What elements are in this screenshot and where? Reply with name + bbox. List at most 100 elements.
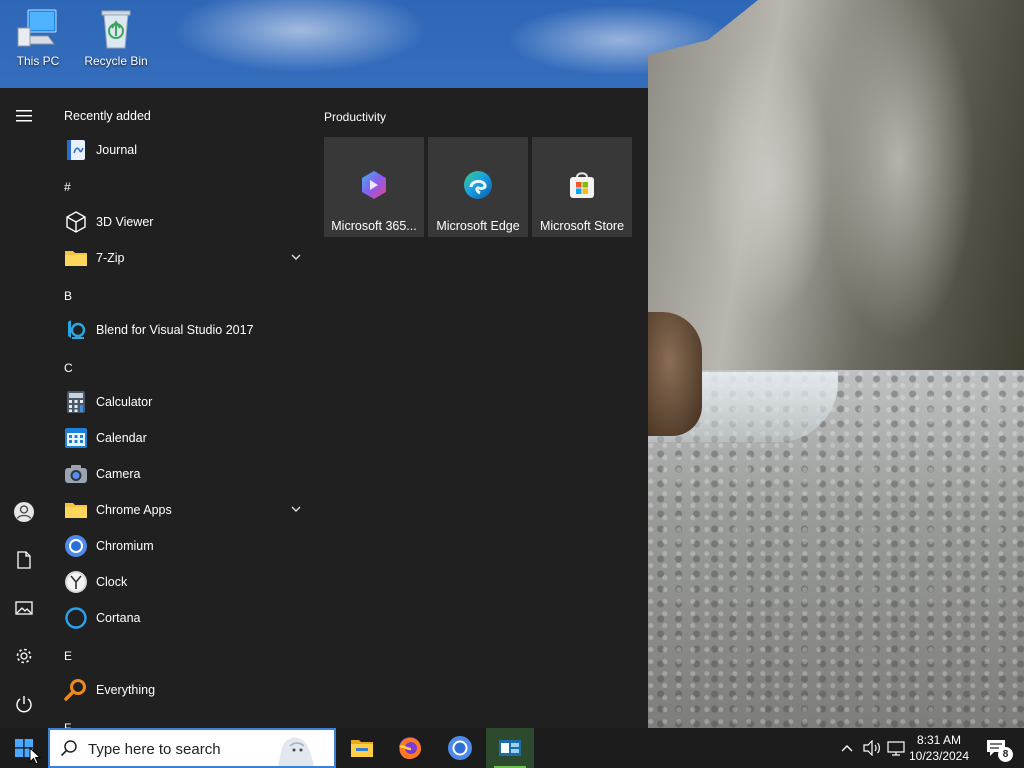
- app-icon: [499, 740, 521, 756]
- chevron-down-icon[interactable]: [290, 251, 302, 263]
- chevron-down-icon[interactable]: [290, 503, 302, 515]
- volume-button[interactable]: [860, 728, 884, 768]
- settings-icon: [16, 648, 32, 664]
- speaker-icon: [863, 740, 880, 756]
- chromium-icon: [448, 736, 472, 760]
- group-header-c[interactable]: C: [64, 361, 73, 375]
- group-header-e[interactable]: E: [64, 649, 72, 663]
- app-item-journal[interactable]: Journal: [48, 132, 312, 168]
- network-button[interactable]: [884, 728, 908, 768]
- wallpaper-cliff: [648, 0, 1024, 430]
- start-menu-rail: [0, 88, 48, 728]
- tile-microsoft-store[interactable]: Microsoft Store: [532, 137, 632, 237]
- taskbar-active-app[interactable]: [486, 728, 534, 768]
- start-menu: Recently added Journal # 3D Viewer 7-Zip…: [0, 88, 648, 728]
- tile-group-title[interactable]: Productivity: [324, 110, 386, 124]
- app-item-camera[interactable]: Camera: [48, 456, 312, 492]
- user-icon: [14, 502, 34, 522]
- app-item-label: Chrome Apps: [96, 503, 172, 517]
- app-item-label: Cortana: [96, 611, 141, 625]
- store-icon: [570, 172, 594, 198]
- tile-label: Microsoft 365...: [331, 219, 417, 233]
- pictures-icon: [15, 601, 33, 615]
- app-item-clock[interactable]: Clock: [48, 564, 312, 600]
- search-input[interactable]: [88, 738, 268, 760]
- clock-icon: [64, 570, 88, 594]
- app-item-label: Everything: [96, 683, 156, 697]
- network-icon: [887, 741, 905, 756]
- edge-icon: [464, 171, 492, 199]
- tile-microsoft-edge[interactable]: Microsoft Edge: [428, 137, 528, 237]
- settings-button[interactable]: [0, 636, 48, 676]
- folder-item-7-zip[interactable]: 7-Zip: [48, 240, 312, 276]
- app-item-label: Camera: [96, 467, 141, 481]
- mouse-cursor-icon: [29, 747, 41, 765]
- computer-icon: [16, 6, 60, 50]
- wallpaper-rock: [648, 312, 702, 436]
- blend-icon: [64, 318, 88, 342]
- clock-time: 8:31 AM: [916, 733, 962, 747]
- chromium-icon: [64, 534, 88, 558]
- search-highlight-icon: [278, 737, 314, 766]
- taskbar-file-explorer[interactable]: [338, 728, 386, 768]
- expand-menu-button[interactable]: [0, 96, 48, 136]
- action-center-button[interactable]: 8: [976, 728, 1016, 768]
- power-button[interactable]: [0, 684, 48, 724]
- app-item-calendar[interactable]: Calendar: [48, 420, 312, 456]
- desktop-icon-recycle-bin[interactable]: Recycle Bin: [80, 6, 152, 68]
- app-item-calculator[interactable]: Calculator: [48, 384, 312, 420]
- documents-button[interactable]: [0, 540, 48, 580]
- taskbar-search-box[interactable]: [48, 728, 336, 768]
- app-item-blend[interactable]: Blend for Visual Studio 2017: [48, 312, 312, 348]
- menu-icon: [16, 110, 32, 122]
- app-item-label: Calendar: [96, 431, 147, 445]
- chevron-up-icon: [841, 745, 853, 752]
- tile-microsoft-365[interactable]: Microsoft 365...: [324, 137, 424, 237]
- app-item-label: Blend for Visual Studio 2017: [96, 323, 254, 337]
- calendar-icon: [64, 426, 88, 450]
- app-item-label: Journal: [96, 143, 137, 157]
- show-hidden-icons-button[interactable]: [834, 728, 860, 768]
- app-item-cortana[interactable]: Cortana: [48, 600, 312, 636]
- desktop-icon-this-pc[interactable]: This PC: [2, 6, 74, 68]
- calculator-icon: [64, 390, 88, 414]
- app-item-label: Chromium: [96, 539, 154, 553]
- app-item-chromium[interactable]: Chromium: [48, 528, 312, 564]
- file-explorer-icon: [351, 740, 373, 757]
- taskbar-firefox[interactable]: [386, 728, 434, 768]
- folder-icon: [64, 498, 88, 522]
- search-icon: [60, 740, 77, 757]
- app-item-everything[interactable]: Everything: [48, 672, 312, 708]
- clock-date: 10/23/2024: [908, 749, 970, 763]
- group-header-f[interactable]: F: [64, 721, 71, 728]
- group-header-hash[interactable]: #: [64, 180, 71, 194]
- recycle-bin-icon: [94, 6, 138, 50]
- microsoft-365-icon: [362, 171, 386, 199]
- camera-icon: [64, 462, 88, 486]
- recently-added-header: Recently added: [64, 109, 151, 123]
- app-item-label: 7-Zip: [96, 251, 125, 265]
- tile-label: Microsoft Store: [539, 219, 625, 233]
- cortana-icon: [64, 606, 88, 630]
- pictures-button[interactable]: [0, 588, 48, 628]
- group-header-b[interactable]: B: [64, 289, 72, 303]
- app-item-label: Calculator: [96, 395, 153, 409]
- power-icon: [16, 696, 32, 713]
- documents-icon: [17, 551, 31, 569]
- taskbar-chromium[interactable]: [436, 728, 484, 768]
- firefox-icon: [399, 737, 421, 759]
- pinned-tiles: Productivity Microsoft 365... Microsoft …: [324, 88, 648, 728]
- app-item-label: 3D Viewer: [96, 215, 154, 229]
- folder-item-chrome-apps[interactable]: Chrome Apps: [48, 492, 312, 528]
- taskbar: 8:31 AM 10/23/2024 8: [0, 728, 1024, 768]
- notification-count-badge: 8: [998, 747, 1013, 762]
- desktop-icon-label: Recycle Bin: [84, 54, 148, 68]
- desktop-icon-label: This PC: [16, 54, 60, 68]
- app-item-3d-viewer[interactable]: 3D Viewer: [48, 204, 312, 240]
- user-account-button[interactable]: [0, 492, 48, 532]
- clock-button[interactable]: 8:31 AM 10/23/2024: [908, 728, 970, 768]
- journal-icon: [64, 138, 88, 162]
- everything-icon: [64, 678, 88, 702]
- cube-icon: [64, 210, 88, 234]
- app-list[interactable]: Recently added Journal # 3D Viewer 7-Zip…: [48, 88, 312, 728]
